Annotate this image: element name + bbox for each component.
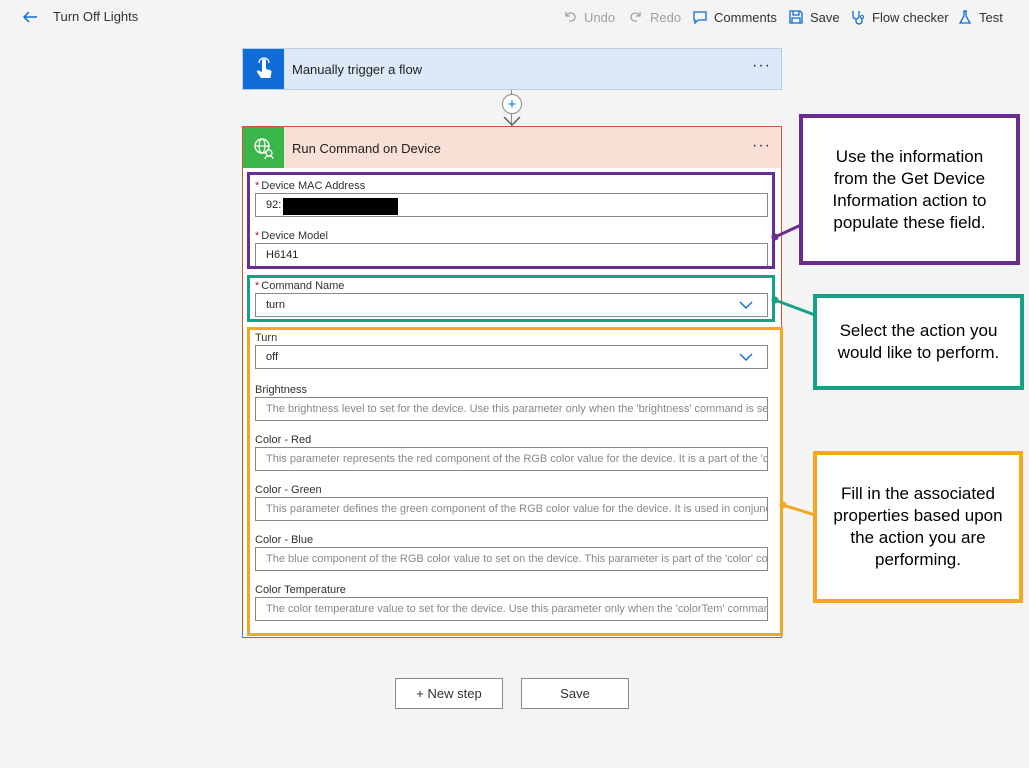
purple-callout: Use the information from the Get Device … bbox=[799, 114, 1020, 265]
new-step-button[interactable]: + New step bbox=[395, 678, 503, 709]
teal-callout: Select the action you would like to perf… bbox=[813, 294, 1024, 390]
orange-callout: Fill in the associated properties based … bbox=[813, 451, 1023, 603]
save-button[interactable]: Save bbox=[521, 678, 629, 709]
